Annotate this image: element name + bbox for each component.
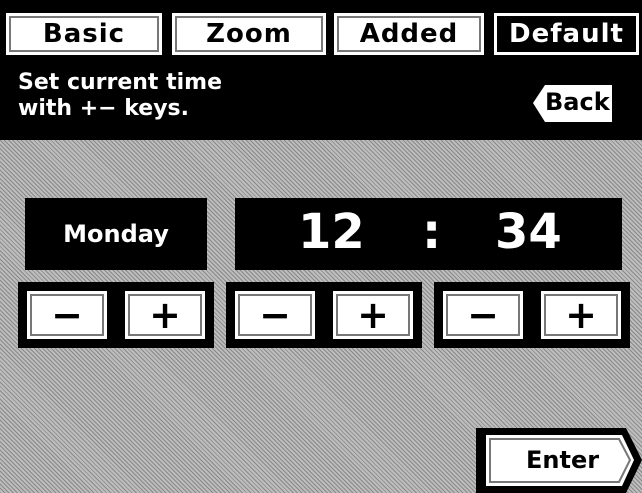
hour-minus-button[interactable]: − <box>232 288 318 342</box>
enter-button-label: Enter <box>526 446 600 474</box>
minute-plus-button[interactable]: + <box>538 288 624 342</box>
day-minus-button[interactable]: − <box>24 288 110 342</box>
instruction-text: Set current time with +− keys. <box>18 70 222 122</box>
tab-added[interactable]: Added <box>331 10 487 58</box>
screen: Basic Zoom Added Default Set current tim… <box>0 0 642 493</box>
minute-stepper: − + <box>434 282 630 348</box>
tab-basic[interactable]: Basic <box>3 10 165 58</box>
instruction-line-1: Set current time <box>18 70 223 95</box>
instruction-line-2: with +− keys. <box>18 96 189 121</box>
enter-button[interactable]: Enter <box>476 428 642 493</box>
time-separator: : <box>422 204 442 260</box>
hour-value: 12 <box>298 204 365 260</box>
minute-minus-button[interactable]: − <box>440 288 526 342</box>
tab-default[interactable]: Default <box>491 10 642 58</box>
minute-value: 34 <box>495 204 562 260</box>
day-stepper: − + <box>18 282 214 348</box>
day-plus-button[interactable]: + <box>122 288 208 342</box>
hour-stepper: − + <box>226 282 422 348</box>
time-display: 12 : 34 <box>235 198 622 270</box>
back-button[interactable]: Back <box>525 80 617 127</box>
tab-zoom[interactable]: Zoom <box>169 10 329 58</box>
hour-plus-button[interactable]: + <box>330 288 416 342</box>
back-button-label: Back <box>545 88 610 116</box>
tab-bar: Basic Zoom Added Default <box>0 0 642 62</box>
day-display: Monday <box>25 198 207 270</box>
